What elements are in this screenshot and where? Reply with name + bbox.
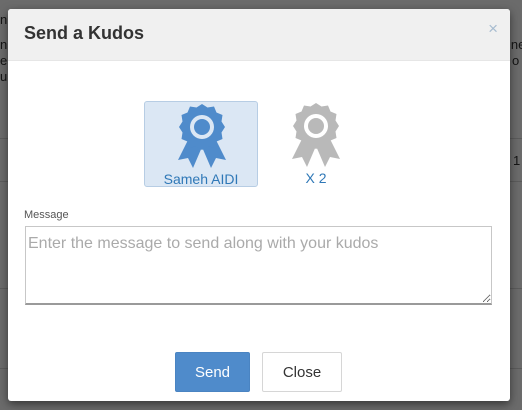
dialog-header: Send a Kudos ×: [8, 9, 510, 61]
award-ribbon-icon: [178, 104, 226, 168]
award-ribbon-icon: [292, 103, 340, 167]
badge-label: Sameh AIDI: [163, 171, 239, 187]
close-icon[interactable]: ×: [488, 19, 498, 39]
close-button[interactable]: Close: [262, 352, 342, 392]
badge-option-count[interactable]: X 2: [259, 101, 373, 187]
send-button[interactable]: Send: [175, 352, 250, 392]
message-label: Message: [24, 209, 69, 221]
kudos-dialog: Send a Kudos × Sameh AIDI X 2 Message Se…: [8, 9, 510, 401]
badge-option-recipient[interactable]: Sameh AIDI: [144, 101, 258, 187]
badge-label: X 2: [305, 170, 327, 186]
message-input[interactable]: [25, 226, 492, 305]
dialog-title: Send a Kudos: [24, 23, 145, 43]
